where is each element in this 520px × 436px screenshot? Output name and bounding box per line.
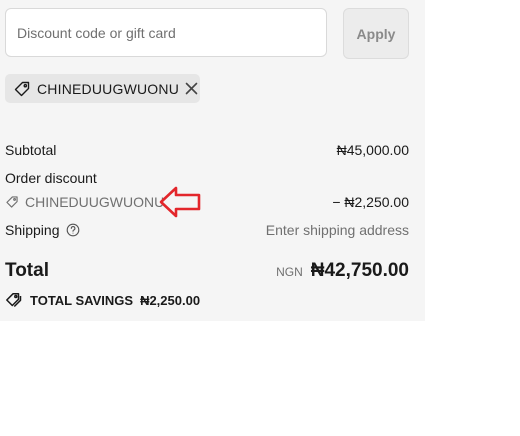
applied-discount-chip: CHINEDUUGWUONU (5, 74, 200, 103)
red-arrow-annotation-icon (159, 186, 201, 218)
order-discount-row: Order discount (5, 170, 409, 186)
help-icon[interactable] (66, 223, 80, 237)
shipping-label: Shipping (5, 222, 60, 238)
subtotal-value: ₦45,000.00 (336, 142, 409, 158)
shipping-value: Enter shipping address (265, 222, 409, 238)
tag-icon (5, 195, 19, 209)
order-discount-label: Order discount (5, 170, 97, 186)
total-savings-row: TOTAL SAVINGS ₦2,250.00 (5, 292, 409, 308)
discount-value: − ₦2,250.00 (332, 194, 409, 210)
tag-icon (13, 80, 31, 98)
order-summary-panel: Apply CHINEDUUGWUONU Subtotal ₦45,000.00… (0, 0, 425, 321)
discount-code-input[interactable] (5, 8, 327, 57)
shipping-row: Shipping Enter shipping address (5, 222, 409, 238)
savings-tag-icon (5, 292, 23, 308)
subtotal-label: Subtotal (5, 142, 57, 158)
total-label: Total (5, 260, 49, 281)
savings-value: ₦2,250.00 (140, 292, 201, 308)
discount-code: CHINEDUUGWUONU (5, 194, 164, 210)
remove-discount-close-icon[interactable] (185, 82, 198, 96)
apply-button[interactable]: Apply (343, 8, 409, 59)
total-amount: ₦42,750.00 (310, 260, 409, 281)
subtotal-row: Subtotal ₦45,000.00 (5, 142, 409, 158)
total-row: Total NGN ₦42,750.00 (5, 260, 409, 282)
discount-code-text: CHINEDUUGWUONU (25, 194, 165, 210)
discount-code-row: CHINEDUUGWUONU − ₦2,250.00 (5, 194, 409, 210)
currency-code: NGN (276, 265, 303, 279)
savings-label: TOTAL SAVINGS (30, 292, 134, 308)
applied-discount-code: CHINEDUUGWUONU (37, 80, 180, 97)
